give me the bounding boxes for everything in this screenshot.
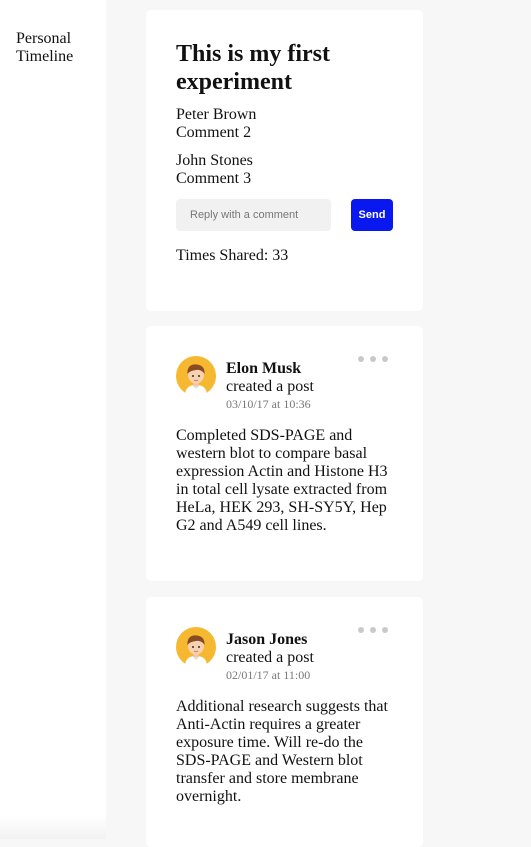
user-avatar-icon[interactable] xyxy=(176,356,216,396)
post-action: created a post xyxy=(226,649,314,666)
post-timestamp: 02/01/17 at 11:00 xyxy=(226,668,311,682)
post-card-experiment: This is my first experiment Peter Brown … xyxy=(146,10,423,311)
post-title: This is my first experiment xyxy=(176,41,331,95)
comment-author: John Stones xyxy=(176,152,253,169)
comment-item: John Stones Comment 3 xyxy=(176,152,253,188)
reply-input[interactable] xyxy=(176,199,331,231)
comment-author: Peter Brown xyxy=(176,106,257,123)
post-action: created a post xyxy=(226,378,314,395)
post-card: Elon Musk created a post 03/10/17 at 10:… xyxy=(146,326,423,581)
comment-text: Comment 3 xyxy=(176,170,252,187)
post-author[interactable]: Jason Jones xyxy=(226,631,307,649)
sidebar-title[interactable]: Personal Timeline xyxy=(16,30,96,66)
sidebar: Personal Timeline xyxy=(0,0,106,839)
post-timestamp: 03/10/17 at 10:36 xyxy=(226,397,311,411)
comment-text: Comment 2 xyxy=(176,124,252,141)
user-avatar-icon[interactable] xyxy=(176,627,216,667)
post-card: Jason Jones created a post 02/01/17 at 1… xyxy=(146,597,423,847)
more-options-icon[interactable] xyxy=(356,354,390,364)
post-author[interactable]: Elon Musk xyxy=(226,360,301,378)
times-shared: Times Shared: 33 xyxy=(176,247,289,264)
more-options-icon[interactable] xyxy=(356,625,390,635)
sidebar-bottom-shadow xyxy=(0,815,106,839)
comment-item: Peter Brown Comment 2 xyxy=(176,106,256,142)
post-body: Completed SDS-PAGE and western blot to c… xyxy=(176,427,388,534)
send-button[interactable]: Send xyxy=(351,199,393,231)
post-body: Additional research suggests that Anti-A… xyxy=(176,698,388,805)
